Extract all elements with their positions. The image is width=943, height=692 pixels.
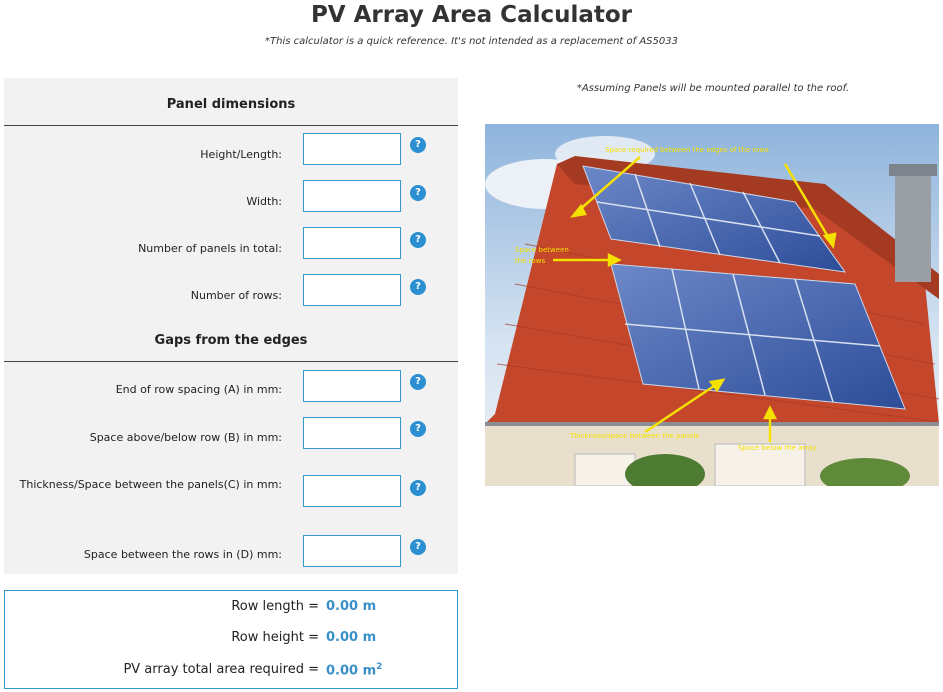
panel-count-input[interactable] [303, 227, 401, 259]
panel-thickness-label: Thickness/Space between the panels(C) in… [19, 478, 282, 491]
between-rows-label: Space between the rows in (D) mm: [83, 548, 282, 561]
row-length-result-label: Row length = [231, 599, 319, 614]
image-note: *Assuming Panels will be mounted paralle… [576, 83, 850, 94]
panel-dimensions-heading: Panel dimensions [166, 97, 296, 112]
row-count-label: Number of rows: [190, 289, 282, 302]
row-length-result-value: 0.00 m [326, 599, 377, 614]
panel-count-help-icon[interactable]: ? [410, 232, 426, 248]
total-area-number: 0.00 m [326, 663, 377, 679]
row-height-result-value: 0.00 m [326, 630, 377, 645]
annotation-edges: Space required between the edges of the … [605, 146, 769, 154]
width-help-icon[interactable]: ? [410, 185, 426, 201]
panel-thickness-help-icon[interactable]: ? [410, 480, 426, 496]
calculator-form: Panel dimensions Height/Length: ? Width:… [4, 78, 458, 574]
end-of-row-label: End of row spacing (A) in mm: [115, 383, 282, 396]
above-below-row-label: Space above/below row (B) in mm: [89, 431, 282, 444]
section-divider [4, 125, 458, 126]
total-area-result-value: 0.00 m2 [326, 662, 382, 678]
row-height-result: Row height = 0.00 m [5, 630, 459, 650]
total-area-result-label: PV array total area required = [123, 662, 319, 677]
height-length-input[interactable] [303, 133, 401, 165]
row-length-result: Row length = 0.00 m [5, 599, 459, 619]
gaps-heading: Gaps from the edges [154, 333, 308, 348]
panel-thickness-input[interactable] [303, 475, 401, 507]
section-divider [4, 361, 458, 362]
between-rows-input[interactable] [303, 535, 401, 567]
panel-count-label: Number of panels in total: [138, 242, 282, 255]
above-below-row-help-icon[interactable]: ? [410, 421, 426, 437]
height-length-help-icon[interactable]: ? [410, 137, 426, 153]
row-count-help-icon[interactable]: ? [410, 279, 426, 295]
total-area-result: PV array total area required = 0.00 m2 [5, 662, 459, 682]
end-of-row-help-icon[interactable]: ? [410, 374, 426, 390]
annotation-rows-line2: the rows [515, 257, 545, 265]
width-label: Width: [246, 195, 282, 208]
between-rows-help-icon[interactable]: ? [410, 539, 426, 555]
page-title: PV Array Area Calculator [310, 2, 633, 28]
row-count-input[interactable] [303, 274, 401, 306]
annotation-rows-line1: Space between [515, 246, 569, 254]
width-input[interactable] [303, 180, 401, 212]
solar-roof-photo: Space required between the edges of the … [485, 124, 939, 486]
annotation-below: Space below the array [738, 444, 817, 452]
height-length-label: Height/Length: [200, 148, 282, 161]
end-of-row-input[interactable] [303, 370, 401, 402]
row-height-result-label: Row height = [231, 630, 319, 645]
total-area-exponent: 2 [376, 662, 383, 672]
above-below-row-input[interactable] [303, 417, 401, 449]
annotation-thickness: Thickness/space between the panels [569, 432, 699, 440]
page-subtitle: *This calculator is a quick reference. I… [265, 36, 678, 47]
results-box: Row length = 0.00 m Row height = 0.00 m … [4, 590, 458, 689]
